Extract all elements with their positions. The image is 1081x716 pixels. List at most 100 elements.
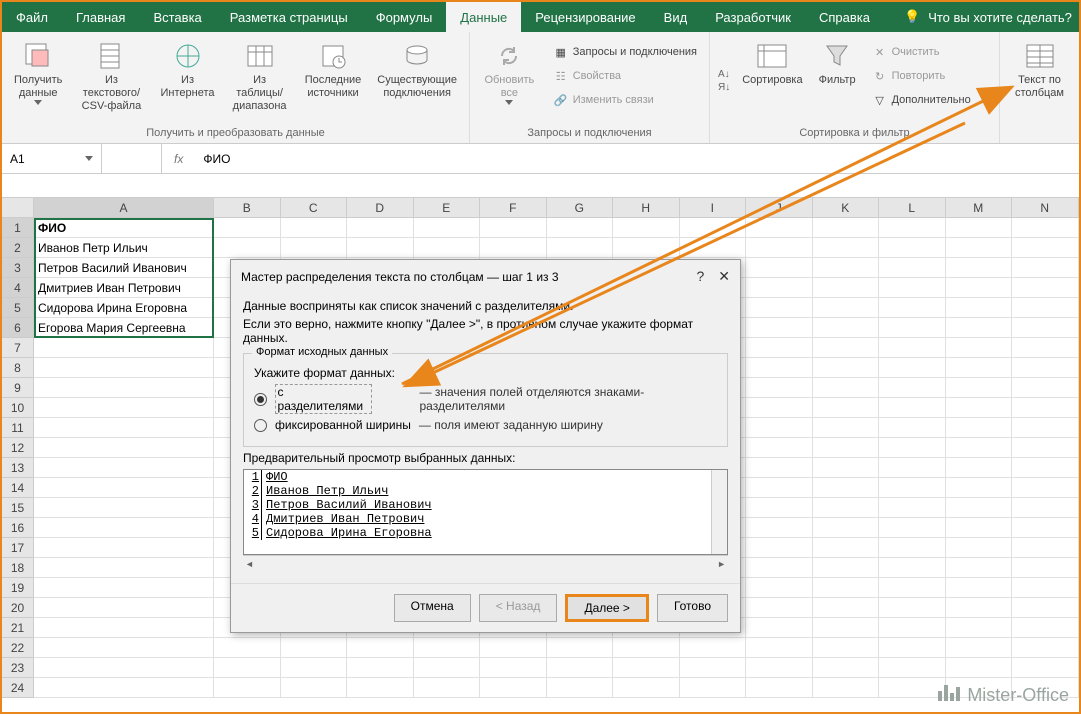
cell[interactable] bbox=[281, 678, 348, 698]
cell[interactable] bbox=[414, 678, 481, 698]
cell[interactable] bbox=[746, 638, 813, 658]
cell[interactable] bbox=[813, 598, 880, 618]
cell[interactable] bbox=[746, 398, 813, 418]
cell[interactable] bbox=[1012, 598, 1079, 618]
cell[interactable] bbox=[946, 398, 1013, 418]
cell[interactable] bbox=[1012, 518, 1079, 538]
cell[interactable] bbox=[879, 218, 946, 238]
cell[interactable] bbox=[813, 398, 880, 418]
cell[interactable] bbox=[946, 618, 1013, 638]
cell[interactable] bbox=[879, 338, 946, 358]
sort-button[interactable]: Сортировка bbox=[738, 36, 806, 125]
cell[interactable] bbox=[1012, 218, 1079, 238]
row-header-6[interactable]: 6 bbox=[2, 318, 34, 338]
cell[interactable] bbox=[946, 638, 1013, 658]
tab-developer[interactable]: Разработчик bbox=[701, 2, 805, 32]
cell[interactable] bbox=[879, 258, 946, 278]
tab-review[interactable]: Рецензирование bbox=[521, 2, 649, 32]
from-csv-button[interactable]: Из текстового/ CSV-файла bbox=[74, 36, 148, 125]
cell[interactable] bbox=[1012, 458, 1079, 478]
row-header-11[interactable]: 11 bbox=[2, 418, 34, 438]
cell[interactable] bbox=[746, 518, 813, 538]
cell[interactable] bbox=[813, 418, 880, 438]
cell[interactable] bbox=[746, 238, 813, 258]
existing-conn-button[interactable]: Существующие подключения bbox=[373, 36, 461, 125]
cell-A7[interactable] bbox=[34, 338, 214, 358]
row-header-12[interactable]: 12 bbox=[2, 438, 34, 458]
cell[interactable] bbox=[879, 478, 946, 498]
cell[interactable] bbox=[813, 378, 880, 398]
cell[interactable] bbox=[613, 218, 680, 238]
cell[interactable] bbox=[946, 498, 1013, 518]
cell[interactable] bbox=[613, 238, 680, 258]
cell[interactable] bbox=[946, 358, 1013, 378]
row-header-9[interactable]: 9 bbox=[2, 378, 34, 398]
row-header-5[interactable]: 5 bbox=[2, 298, 34, 318]
col-header-L[interactable]: L bbox=[879, 198, 946, 217]
cell-A12[interactable] bbox=[34, 438, 214, 458]
advanced-filter-button[interactable]: ▽Дополнительно bbox=[868, 90, 975, 110]
cell[interactable] bbox=[1012, 478, 1079, 498]
cell[interactable] bbox=[879, 558, 946, 578]
row-header-14[interactable]: 14 bbox=[2, 478, 34, 498]
tab-layout[interactable]: Разметка страницы bbox=[216, 2, 362, 32]
cell[interactable] bbox=[1012, 618, 1079, 638]
cell[interactable] bbox=[746, 378, 813, 398]
text-to-columns-button[interactable]: Текст по столбцам bbox=[1008, 36, 1071, 125]
col-header-E[interactable]: E bbox=[414, 198, 481, 217]
cell[interactable] bbox=[1012, 358, 1079, 378]
row-header-13[interactable]: 13 bbox=[2, 458, 34, 478]
cell[interactable] bbox=[347, 218, 414, 238]
cell[interactable] bbox=[813, 478, 880, 498]
row-header-10[interactable]: 10 bbox=[2, 398, 34, 418]
cell[interactable] bbox=[813, 558, 880, 578]
cell[interactable] bbox=[879, 318, 946, 338]
preview-scrollbar-v[interactable] bbox=[711, 470, 727, 554]
get-data-button[interactable]: Получить данные bbox=[10, 36, 66, 125]
cell[interactable] bbox=[480, 218, 547, 238]
cell[interactable] bbox=[746, 618, 813, 638]
cell[interactable] bbox=[813, 618, 880, 638]
cell[interactable] bbox=[347, 638, 414, 658]
cell[interactable] bbox=[480, 638, 547, 658]
row-header-1[interactable]: 1 bbox=[2, 218, 34, 238]
cell[interactable] bbox=[746, 538, 813, 558]
cell[interactable] bbox=[281, 658, 348, 678]
radio-delimited[interactable] bbox=[254, 393, 267, 406]
cell[interactable] bbox=[813, 658, 880, 678]
cell[interactable] bbox=[813, 538, 880, 558]
cell[interactable] bbox=[879, 518, 946, 538]
cell[interactable] bbox=[347, 658, 414, 678]
cell[interactable] bbox=[879, 438, 946, 458]
cell[interactable] bbox=[680, 678, 747, 698]
cell-A13[interactable] bbox=[34, 458, 214, 478]
queries-connections-button[interactable]: ▦Запросы и подключения bbox=[549, 42, 701, 62]
cell[interactable] bbox=[746, 358, 813, 378]
row-header-8[interactable]: 8 bbox=[2, 358, 34, 378]
cell[interactable] bbox=[813, 238, 880, 258]
cell-A23[interactable] bbox=[34, 658, 214, 678]
cell-A21[interactable] bbox=[34, 618, 214, 638]
properties-button[interactable]: ☷Свойства bbox=[549, 66, 701, 86]
cell[interactable] bbox=[879, 578, 946, 598]
cell[interactable] bbox=[879, 238, 946, 258]
cell-A5[interactable]: Сидорова Ирина Егоровна bbox=[34, 298, 214, 318]
tab-help[interactable]: Справка bbox=[805, 2, 884, 32]
cell[interactable] bbox=[1012, 558, 1079, 578]
cell[interactable] bbox=[746, 438, 813, 458]
cell[interactable] bbox=[946, 458, 1013, 478]
cell[interactable] bbox=[347, 238, 414, 258]
cell[interactable] bbox=[746, 458, 813, 478]
row-header-21[interactable]: 21 bbox=[2, 618, 34, 638]
cell[interactable] bbox=[1012, 538, 1079, 558]
cell[interactable] bbox=[746, 218, 813, 238]
col-header-C[interactable]: C bbox=[281, 198, 348, 217]
cell[interactable] bbox=[946, 318, 1013, 338]
cell[interactable] bbox=[1012, 238, 1079, 258]
cell-A3[interactable]: Петров Василий Иванович bbox=[34, 258, 214, 278]
col-header-D[interactable]: D bbox=[347, 198, 414, 217]
cell[interactable] bbox=[1012, 258, 1079, 278]
cell[interactable] bbox=[480, 678, 547, 698]
col-header-I[interactable]: I bbox=[680, 198, 747, 217]
cell[interactable] bbox=[1012, 658, 1079, 678]
